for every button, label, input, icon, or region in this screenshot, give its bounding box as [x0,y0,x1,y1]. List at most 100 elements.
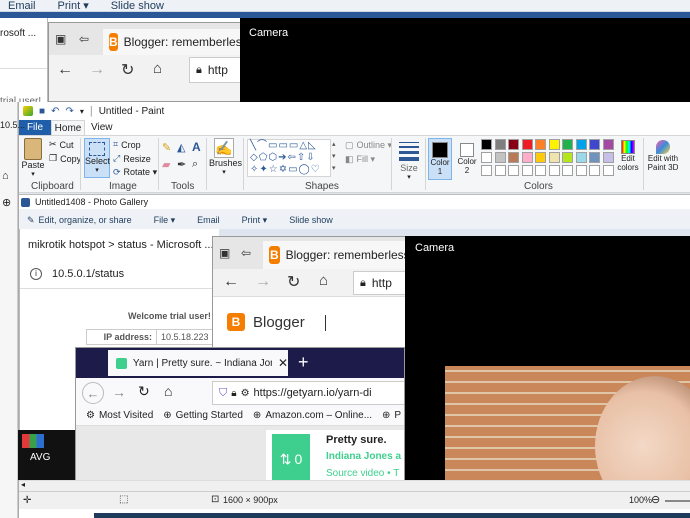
front-home-icon[interactable]: ⌂ [319,272,328,289]
zoom-out-icon[interactable]: ⊖ [651,493,660,506]
home-icon[interactable]: ⌂ [153,60,162,77]
front-set-aside-icon[interactable]: ⇦ [241,246,251,260]
palette-swatch-empty[interactable] [535,165,546,176]
new-tab-icon[interactable]: + [298,352,309,373]
yarn-count-badge[interactable]: ⇅ 0 [272,434,310,484]
palette-swatch-empty[interactable] [494,165,506,176]
bg-slideshow-button[interactable]: Slide show [111,0,164,11]
mikrotik-addressbar[interactable]: i 10.5.0.1/status [20,259,219,289]
save-icon[interactable]: ■ [39,106,45,117]
palette-swatch-empty[interactable] [508,165,519,176]
rotate-button[interactable]: ⟳ Rotate ▾ [113,167,157,178]
palette-swatch[interactable] [589,152,600,163]
bg-email-button[interactable]: Email [8,0,36,11]
palette-swatch[interactable] [562,139,573,150]
resize-button[interactable]: ⤢ Resize [113,153,151,164]
palette-swatch[interactable] [508,152,519,163]
scroll-left-icon[interactable]: ◂ [21,480,25,489]
palette-swatch-empty[interactable] [602,165,614,176]
refresh-icon[interactable]: ↻ [121,60,134,80]
color-picker-icon[interactable]: ✒ [177,158,186,171]
text-icon[interactable]: A [192,140,201,154]
ff-back-icon[interactable]: ← [82,382,104,404]
ff-reload-icon[interactable]: ↻ [138,383,150,400]
edge-front-address-bar[interactable]: 🔒︎ http [353,271,411,295]
palette-swatch[interactable] [548,139,560,150]
yarn-clip-movie[interactable]: Indiana Jones a [326,451,401,462]
palette-swatch[interactable] [602,152,614,163]
palette-swatch-empty[interactable] [589,165,600,176]
palette-swatch[interactable] [548,152,560,163]
bookmark-amazon[interactable]: ⊕ Amazon.com – Online... [253,410,372,421]
ff-home-icon[interactable]: ⌂ [164,383,172,399]
firefox-tab[interactable]: Yarn | Pretty sure. ~ Indiana Jon ✕ [108,350,288,376]
tab-view[interactable]: View [91,122,113,133]
magnifier-icon[interactable]: ⌕ [192,158,198,171]
tab-manager-icon[interactable]: ▣ [55,32,66,46]
gallery-email-button[interactable]: Email [197,215,220,225]
palette-swatch[interactable] [535,139,546,150]
palette-swatch-empty[interactable] [562,165,573,176]
size-button[interactable]: Size ▾ [397,140,421,181]
fill-bucket-icon[interactable]: ◭ [177,141,185,154]
brushes-button[interactable]: ✍ Brushes ▾ [209,138,242,178]
edge-front-tab[interactable]: B Blogger: rememberlessf [263,241,411,269]
palette-swatch[interactable] [508,139,519,150]
palette-swatch[interactable] [602,139,614,150]
palette-swatch-empty[interactable] [481,165,492,176]
redo-icon[interactable]: ↷ [65,106,73,117]
tab-close-icon[interactable]: ✕ [278,356,288,370]
outline-button[interactable]: ▢ Outline ▾ [345,140,392,151]
crop-button[interactable]: ⌗ Crop [113,139,141,150]
front-refresh-icon[interactable]: ↻ [287,272,300,292]
quick-access-dropdown-icon[interactable]: ▾ [80,107,84,116]
front-tab-manager-icon[interactable]: ▣ [219,246,230,260]
bookmark-getting-started[interactable]: ⊕ Getting Started [163,410,243,421]
avg-tile[interactable]: AVG [18,430,75,480]
gallery-print-button[interactable]: Print ▾ [242,215,268,226]
tab-home[interactable]: Home [51,120,85,135]
palette-swatch-empty[interactable] [521,165,533,176]
edit-paint3d-button[interactable]: Edit with Paint 3D [647,138,679,180]
paste-button[interactable]: Paste ▾ [21,138,45,178]
color1-button[interactable]: Color 1 [428,138,452,180]
palette-swatch[interactable] [562,152,573,163]
yarn-clip-source[interactable]: Source video • T [326,468,399,479]
palette-swatch[interactable] [481,139,492,150]
palette-swatch[interactable] [589,139,600,150]
palette-swatch[interactable] [494,139,506,150]
forward-icon[interactable]: → [89,61,105,79]
back-icon[interactable]: ← [57,61,73,79]
palette-swatch[interactable] [575,152,587,163]
zoom-slider[interactable] [665,500,690,502]
ff-urlbar[interactable]: ⛉ 🔒︎ ⚙ https://getyarn.io/yarn-di [212,381,404,405]
palette-swatch[interactable] [481,152,492,163]
fill-button[interactable]: ◧ Fill ▾ [345,154,375,165]
palette-swatch[interactable] [521,139,533,150]
gallery-file-button[interactable]: File ▾ [154,215,176,226]
gallery-slideshow-button[interactable]: Slide show [289,215,333,225]
shapes-gallery[interactable]: ╲⌒▭▭▭△◺ ◇⬠⬡➔⇦⇧⇩ ✧✦☆✡▭◯♡ [247,139,331,177]
left-globe-icon[interactable]: ⊕ [2,196,11,209]
edit-colors-button[interactable]: Edit colors [617,138,639,180]
ff-forward-icon[interactable]: → [112,384,126,400]
front-back-icon[interactable]: ← [223,273,239,291]
palette-swatch-empty[interactable] [548,165,560,176]
palette-swatch-empty[interactable] [575,165,587,176]
gallery-edit-button[interactable]: ✎ Edit, organize, or share [27,215,132,226]
cut-button[interactable]: ✂ Cut [49,139,74,150]
copy-button[interactable]: ❐ Copy [49,153,81,164]
paint-hscrollbar[interactable]: ◂ [19,480,690,491]
color2-button[interactable]: Color 2 [456,138,478,180]
bookmark-most-visited[interactable]: ⚙ Most Visited [86,410,153,421]
left-home-icon[interactable]: ⌂ [2,170,9,182]
pencil-icon[interactable]: ✎ [162,141,171,154]
front-forward-icon[interactable]: → [255,273,271,291]
select-button[interactable]: Select ▾ [84,138,110,178]
palette-swatch[interactable] [535,152,546,163]
edge-back-tab[interactable]: B Blogger: rememberlessf [103,29,247,55]
set-aside-icon[interactable]: ⇦ [79,32,89,46]
palette-swatch[interactable] [494,152,506,163]
eraser-icon[interactable]: ▰ [162,158,170,171]
shapes-scroll[interactable]: ▴ ▾ ▾ [332,139,340,177]
